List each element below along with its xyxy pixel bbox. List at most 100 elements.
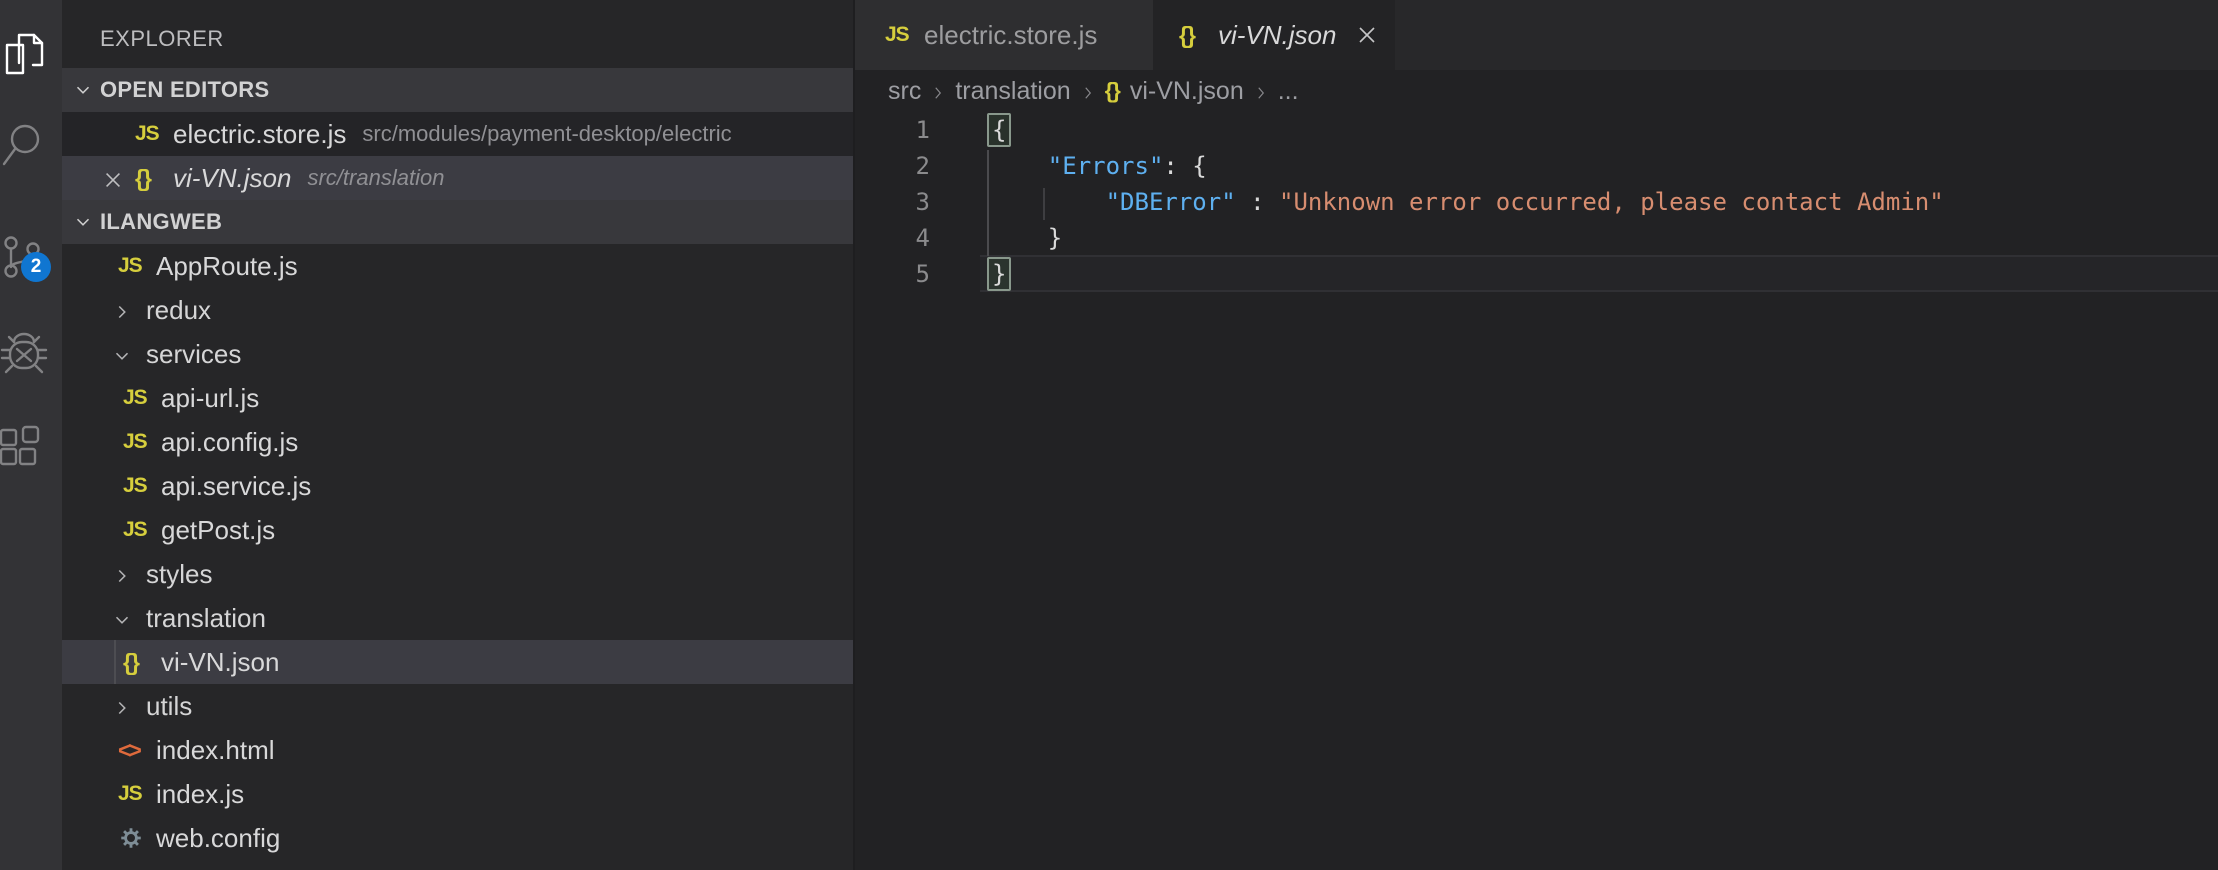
tree-item-label: api.config.js [161, 427, 298, 458]
open-editor-vi-vn[interactable]: {} vi-VN.json src/translation [62, 156, 854, 200]
open-editor-name: electric.store.js [173, 119, 346, 150]
chevron-down-icon [72, 79, 94, 101]
code-token [990, 152, 1048, 180]
line-number: 3 [854, 184, 930, 220]
vscode-window: 2 EXPLORER OPEN EDITORS JS electric.stor… [0, 0, 2218, 870]
json-string-value: "Unknown error occurred, please contact … [1279, 188, 1944, 216]
code-line[interactable]: 4 } [854, 220, 2218, 256]
tree-item-label: getPost.js [161, 515, 275, 546]
chevron-right-icon [111, 695, 133, 717]
chevron-right-icon [929, 81, 947, 101]
tab-label: electric.store.js [924, 20, 1097, 51]
tab-bar: JS electric.store.js {} vi-VN.json [854, 0, 2218, 70]
js-file-icon: JS [123, 518, 149, 542]
open-editors-label: OPEN EDITORS [100, 77, 269, 103]
line-number: 1 [854, 112, 930, 148]
tree-item-label: index.js [156, 779, 244, 810]
json-file-icon: {} [1179, 22, 1205, 49]
js-file-icon: JS [118, 782, 144, 806]
sidebar-title: EXPLORER [100, 26, 224, 52]
html-file-icon: <> [118, 737, 144, 764]
tree-item-index-html[interactable]: <> index.html [62, 728, 854, 772]
open-editor-path: src/translation [307, 165, 444, 191]
breadcrumb-item-ellipsis[interactable]: ... [1278, 77, 1299, 106]
bracket-open: { [987, 113, 1011, 147]
json-key: "Errors" [1048, 152, 1164, 180]
js-file-icon: JS [123, 430, 149, 454]
code-token: : { [1163, 152, 1206, 180]
tree-item-approute-js[interactable]: JS AppRoute.js [62, 244, 854, 288]
tree-item-utils[interactable]: utils [62, 684, 854, 728]
workspace-header[interactable]: ILANGWEB [62, 200, 854, 244]
chevron-right-icon [111, 563, 133, 585]
open-editor-name: vi-VN.json [173, 163, 291, 194]
open-editor-electric-store[interactable]: JS electric.store.js src/modules/payment… [62, 112, 854, 156]
sidebar-title-area: EXPLORER [62, 0, 854, 68]
explorer-icon[interactable] [0, 22, 50, 82]
js-file-icon: JS [118, 254, 144, 278]
indent-guide [114, 640, 116, 684]
close-icon[interactable] [1355, 23, 1379, 47]
tree-item-label: index.html [156, 735, 275, 766]
tree-item-api-service-js[interactable]: JS api.service.js [62, 464, 854, 508]
line-number: 4 [854, 220, 930, 256]
tree-item-getpost-js[interactable]: JS getPost.js [62, 508, 854, 552]
tree-item-redux[interactable]: redux [62, 288, 854, 332]
tree-item-web-config[interactable]: web.config [62, 816, 854, 860]
tree-item-styles[interactable]: styles [62, 552, 854, 596]
tree-item-index-js[interactable]: JS index.js [62, 772, 854, 816]
tab-electric-store-js[interactable]: JS electric.store.js [854, 0, 1153, 70]
chevron-right-icon [1252, 81, 1270, 101]
code-editor[interactable]: 1 { 2 "Errors": { 3 "DBError" : "Unknown… [854, 112, 2218, 870]
code-token: } [990, 224, 1062, 252]
open-editor-path: src/modules/payment-desktop/electric [362, 121, 731, 147]
debug-icon[interactable] [0, 322, 50, 382]
tree-item-translation[interactable]: translation [62, 596, 854, 640]
tree-item-label: redux [146, 295, 211, 326]
code-line[interactable]: 1 { [854, 112, 2218, 148]
code-line[interactable]: 5 } [854, 256, 2218, 292]
breadcrumb-item-file[interactable]: vi-VN.json [1130, 77, 1244, 106]
chevron-right-icon [111, 299, 133, 321]
tree-item-api-config-js[interactable]: JS api.config.js [62, 420, 854, 464]
extensions-icon[interactable] [0, 420, 50, 480]
activity-bar: 2 [0, 0, 62, 870]
js-file-icon: JS [885, 23, 911, 47]
json-file-icon: {} [123, 649, 149, 676]
json-key: "DBError" [1106, 188, 1236, 216]
json-file-icon: {} [135, 165, 161, 192]
chevron-down-icon [111, 607, 133, 629]
workspace-label: ILANGWEB [100, 209, 222, 235]
json-file-icon: {} [1105, 78, 1120, 104]
tree-item-label: vi-VN.json [161, 647, 279, 678]
tree-item-label: api-url.js [161, 383, 259, 414]
scm-badge: 2 [21, 252, 51, 282]
line-number: 5 [854, 256, 930, 292]
tree-item-label: utils [146, 691, 192, 722]
breadcrumb: src translation {} vi-VN.json ... [854, 70, 2218, 112]
sidebar-editor-divider[interactable] [853, 0, 855, 870]
line-number: 2 [854, 148, 930, 184]
js-file-icon: JS [123, 386, 149, 410]
code-line[interactable]: 2 "Errors": { [854, 148, 2218, 184]
js-file-icon: JS [135, 122, 161, 146]
search-icon[interactable] [0, 114, 50, 174]
js-file-icon: JS [123, 474, 149, 498]
breadcrumb-item-translation[interactable]: translation [955, 77, 1070, 106]
chevron-down-icon [72, 211, 94, 233]
explorer-sidebar: EXPLORER OPEN EDITORS JS electric.store.… [62, 0, 854, 870]
tree-item-services[interactable]: services [62, 332, 854, 376]
open-editors-header[interactable]: OPEN EDITORS [62, 68, 854, 112]
breadcrumb-item-src[interactable]: src [888, 77, 921, 106]
bracket-close: } [987, 257, 1011, 291]
tree-item-label: api.service.js [161, 471, 311, 502]
close-icon[interactable] [102, 167, 124, 189]
code-token [990, 188, 1106, 216]
gear-icon [118, 825, 144, 851]
tree-item-label: AppRoute.js [156, 251, 298, 282]
code-line[interactable]: 3 "DBError" : "Unknown error occurred, p… [854, 184, 2218, 220]
tree-item-vi-vn-json[interactable]: {} vi-VN.json [62, 640, 854, 684]
code-token: : [1236, 188, 1279, 216]
tab-vi-vn-json[interactable]: {} vi-VN.json [1153, 0, 1395, 70]
tree-item-api-url-js[interactable]: JS api-url.js [62, 376, 854, 420]
